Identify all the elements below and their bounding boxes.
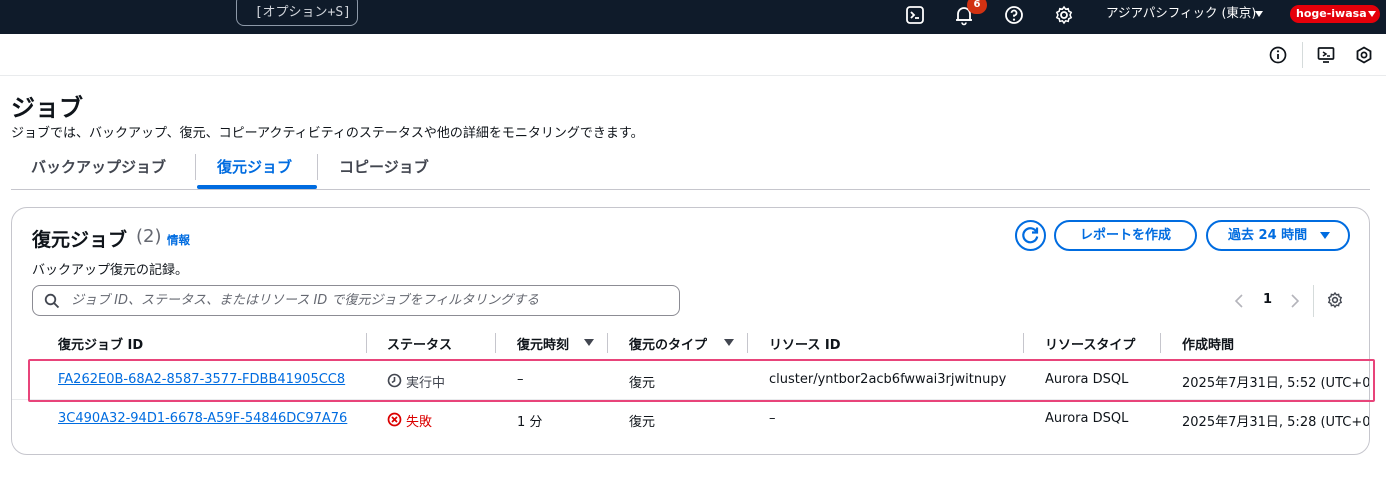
column-divider[interactable]: [1023, 333, 1024, 353]
column-header-status[interactable]: ステータス: [387, 334, 452, 353]
restore-time: 1 分: [517, 415, 543, 430]
chevron-left-icon[interactable]: [1234, 294, 1244, 308]
sort-caret-icon[interactable]: [584, 339, 594, 346]
tab-divider: [195, 154, 196, 180]
column-header-created[interactable]: 作成時間: [1182, 334, 1234, 353]
utility-bar: [0, 34, 1386, 76]
hexagon-icon[interactable]: [1354, 45, 1374, 65]
caret-down-icon: [1255, 11, 1263, 17]
column-header-restore-time[interactable]: 復元時刻: [517, 334, 569, 353]
column-divider[interactable]: [747, 333, 748, 353]
search-box[interactable]: [オプション+S]: [236, 0, 358, 26]
screen-icon[interactable]: [1316, 45, 1336, 65]
active-tab-indicator: [197, 185, 317, 189]
time-range-label: 過去 24 時間: [1228, 228, 1308, 243]
column-divider[interactable]: [495, 333, 496, 353]
created-time: 2025年7月31日, 5:52 (UTC+09:00): [1182, 376, 1369, 391]
page-description: ジョブでは、バックアップ、復元、コピーアクティビティのステータスや他の詳細をモニ…: [11, 126, 644, 141]
cloudshell-icon[interactable]: [904, 4, 926, 26]
sort-caret-icon[interactable]: [724, 339, 734, 346]
resource-id: –: [769, 411, 776, 426]
job-id-link[interactable]: 3C490A32-94D1-6678-A59F-54846DC97A76: [58, 411, 347, 426]
resource-type: Aurora DSQL: [1045, 411, 1129, 426]
divider: [1313, 285, 1314, 317]
container-description: バックアップ復元の記録。: [32, 263, 189, 278]
status-running: 実行中: [406, 376, 446, 391]
account-name: hoge-iwasa: [1296, 7, 1367, 20]
create-report-button[interactable]: レポートを作成: [1054, 220, 1197, 251]
column-header-job-id[interactable]: 復元ジョブ ID: [58, 334, 143, 353]
restore-jobs-container: 復元ジョブ (2) 情報 バックアップ復元の記録。 レポートを作成 過去 24 …: [11, 207, 1370, 455]
table-settings-icon[interactable]: [1326, 291, 1344, 309]
chevron-right-icon[interactable]: [1290, 294, 1300, 308]
column-divider[interactable]: [607, 333, 608, 353]
search-icon: [44, 293, 60, 309]
table-row: 3C490A32-94D1-6678-A59F-54846DC97A76 失敗 …: [12, 401, 1369, 439]
info-link[interactable]: 情報: [167, 232, 190, 248]
info-icon[interactable]: [1268, 45, 1288, 65]
search-shortcut-hint: [オプション+S]: [254, 5, 351, 20]
error-icon: [387, 412, 402, 427]
container-title: 復元ジョブ: [32, 229, 128, 251]
gear-icon[interactable]: [1053, 4, 1075, 26]
region-selector[interactable]: アジアパシフィック (東京): [1106, 4, 1256, 22]
refresh-button[interactable]: [1015, 220, 1046, 251]
resource-id: cluster/yntbor2acb6fwwai3rjwitnupy: [769, 372, 1007, 387]
job-count: (2): [136, 226, 162, 247]
table-header: 復元ジョブ ID ステータス 復元時刻 復元のタイプ リソース ID リソースタ…: [12, 328, 1369, 360]
restore-time: –: [517, 372, 524, 387]
resource-type: Aurora DSQL: [1045, 372, 1129, 387]
tab-copy-jobs[interactable]: コピージョブ: [339, 156, 429, 177]
time-range-dropdown[interactable]: 過去 24 時間: [1206, 220, 1350, 251]
job-id-link[interactable]: FA262E0B-68A2-8587-3577-FDBB41905CC8: [58, 372, 345, 387]
top-navigation: [オプション+S] 6 アジアパシフィック (東京) hoge-iwasa: [0, 0, 1386, 34]
column-divider[interactable]: [366, 333, 367, 353]
page-number[interactable]: 1: [1263, 292, 1272, 307]
restore-type: 復元: [629, 415, 656, 430]
column-header-resource-type[interactable]: リソースタイプ: [1045, 334, 1135, 353]
restore-type: 復元: [629, 376, 656, 391]
filter-field[interactable]: [32, 285, 680, 316]
notification-badge: 6: [967, 0, 987, 14]
tab-divider: [317, 154, 318, 180]
account-menu[interactable]: hoge-iwasa: [1290, 5, 1380, 23]
job-tabs: バックアップジョブ 復元ジョブ コピージョブ: [11, 146, 1370, 190]
status-failed: 失敗: [406, 415, 433, 430]
clock-icon: [387, 373, 402, 388]
page-title: ジョブ: [11, 94, 83, 122]
refresh-icon: [1022, 227, 1039, 244]
filter-input[interactable]: [69, 288, 669, 313]
divider: [1302, 42, 1303, 68]
created-time: 2025年7月31日, 5:28 (UTC+09:00): [1182, 415, 1369, 430]
tab-backup-jobs[interactable]: バックアップジョブ: [31, 156, 166, 177]
column-header-resource-id[interactable]: リソース ID: [769, 334, 841, 353]
caret-down-icon: [1320, 232, 1330, 239]
table-row: FA262E0B-68A2-8587-3577-FDBB41905CC8 実行中…: [12, 362, 1369, 400]
column-divider[interactable]: [1160, 333, 1161, 353]
help-icon[interactable]: [1003, 4, 1025, 26]
column-header-restore-type[interactable]: 復元のタイプ: [629, 334, 707, 353]
caret-down-icon: [1368, 11, 1376, 17]
tab-restore-jobs[interactable]: 復元ジョブ: [217, 156, 292, 177]
